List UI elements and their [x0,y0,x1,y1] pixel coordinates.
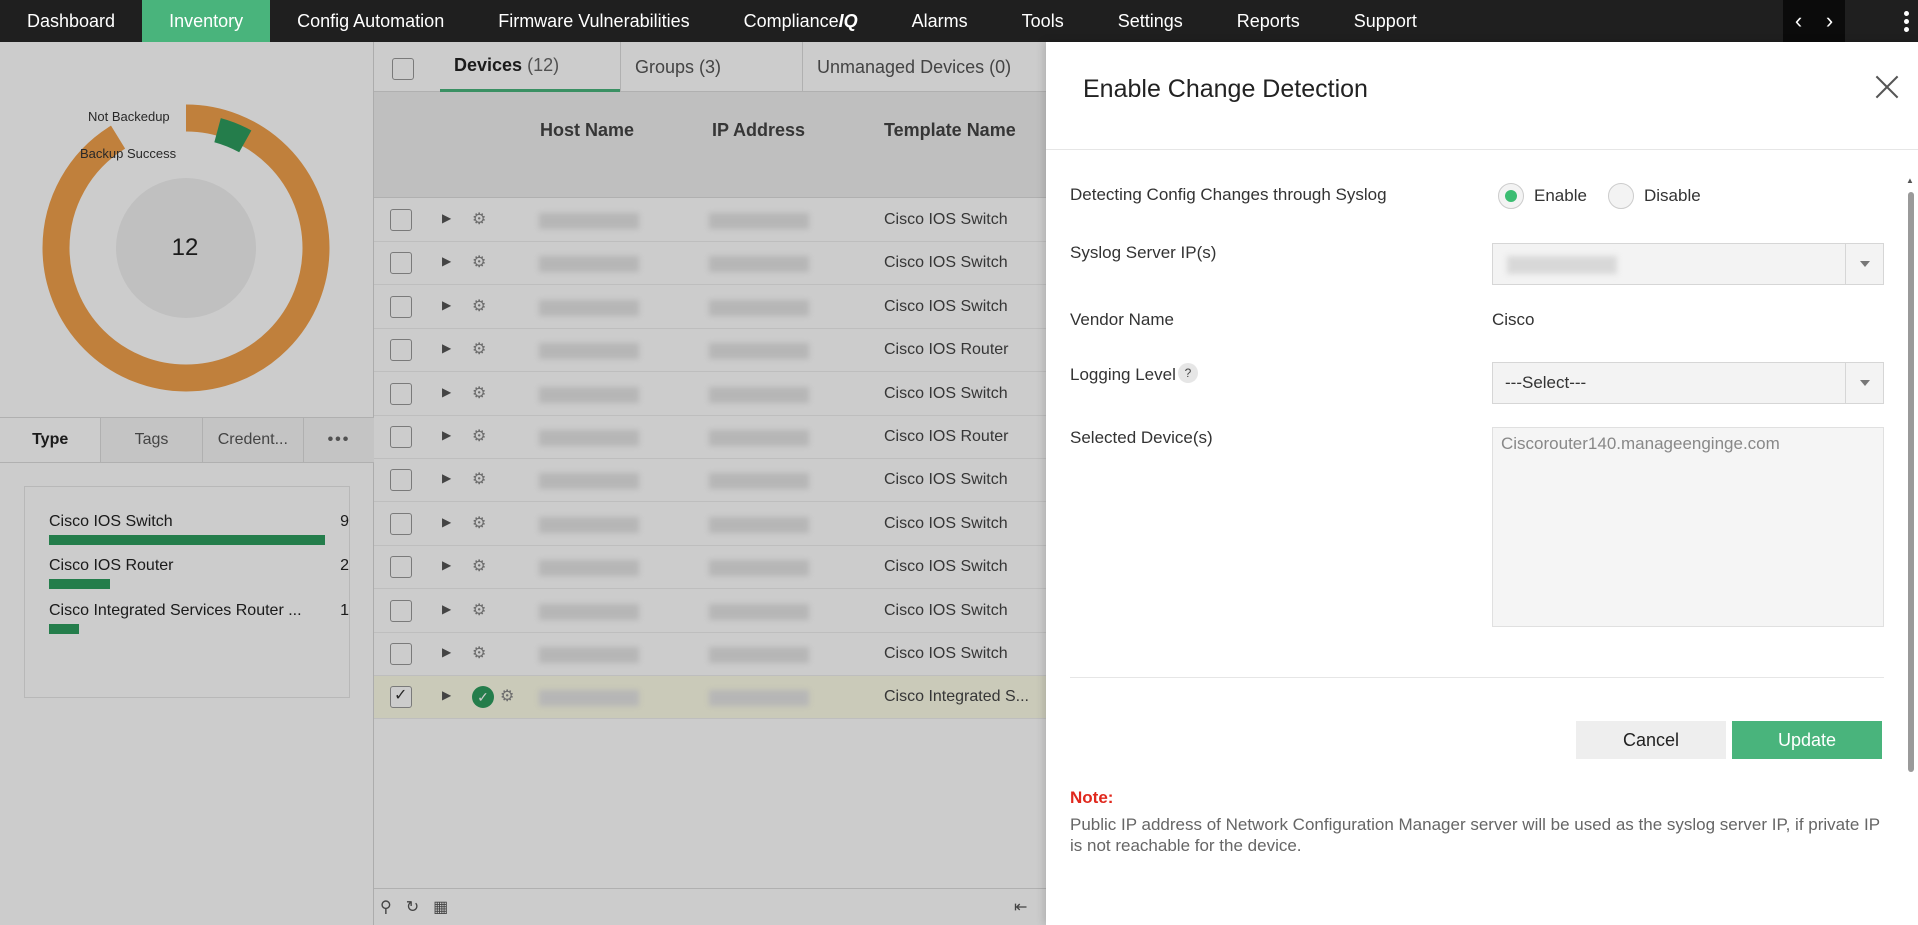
cancel-button[interactable]: Cancel [1576,721,1726,759]
nav-dashboard[interactable]: Dashboard [0,0,142,42]
enable-radio[interactable] [1498,183,1524,209]
help-icon[interactable]: ? [1178,363,1198,383]
scroll-up-icon[interactable]: ▲ [1906,176,1914,185]
nav-compliance-iq-suffix: IQ [838,10,858,31]
syslog-server-label: Syslog Server IP(s) [1070,243,1217,262]
redacted-value [1507,256,1617,274]
vendor-name-value: Cisco [1492,310,1535,329]
chevron-right-icon[interactable]: › [1826,8,1833,34]
nav-compliance-label: Compliance [743,10,839,31]
divider [1070,677,1884,678]
logging-level-select[interactable]: ---Select--- [1492,362,1884,404]
enable-change-detection-dialog: Enable Change Detection Detecting Config… [1046,42,1918,925]
vendor-name-label: Vendor Name [1070,310,1174,329]
update-button[interactable]: Update [1732,721,1882,759]
selected-devices-label: Selected Device(s) [1070,428,1213,447]
nav-scroll-arrows: ‹ › [1783,0,1845,42]
nav-alarms[interactable]: Alarms [885,0,995,42]
note-text: Public IP address of Network Configurati… [1070,815,1880,855]
nav-firmware-vulnerabilities[interactable]: Firmware Vulnerabilities [471,0,716,42]
top-nav: Dashboard Inventory Config Automation Fi… [0,0,1918,42]
chevron-left-icon[interactable]: ‹ [1795,8,1802,34]
nav-settings[interactable]: Settings [1091,0,1210,42]
chevron-down-icon[interactable] [1845,244,1883,284]
divider [1046,149,1918,150]
nav-reports[interactable]: Reports [1210,0,1327,42]
dialog-title: Enable Change Detection [1083,75,1368,103]
logging-level-label: Logging Level [1070,365,1176,384]
syslog-server-select[interactable] [1492,243,1884,285]
syslog-detection-label: Detecting Config Changes through Syslog [1070,185,1387,204]
more-vertical-icon[interactable] [1894,0,1918,42]
nav-compliance-iq[interactable]: Compliance IQ [717,0,885,42]
dialog-scrollbar[interactable] [1908,192,1914,772]
disable-radio[interactable] [1608,183,1634,209]
nav-support[interactable]: Support [1327,0,1444,42]
nav-config-automation[interactable]: Config Automation [270,0,471,42]
close-icon[interactable] [1872,72,1902,102]
nav-inventory[interactable]: Inventory [142,0,271,42]
note-heading: Note: [1070,788,1114,807]
logging-level-value: ---Select--- [1505,373,1587,392]
modal-overlay[interactable] [0,42,1046,925]
disable-radio-label[interactable]: Disable [1644,186,1701,206]
selected-devices-field[interactable]: Ciscorouter140.manageenginge.com [1492,427,1884,627]
chevron-down-icon[interactable] [1845,363,1883,403]
enable-radio-label[interactable]: Enable [1534,186,1587,206]
nav-tools[interactable]: Tools [995,0,1091,42]
